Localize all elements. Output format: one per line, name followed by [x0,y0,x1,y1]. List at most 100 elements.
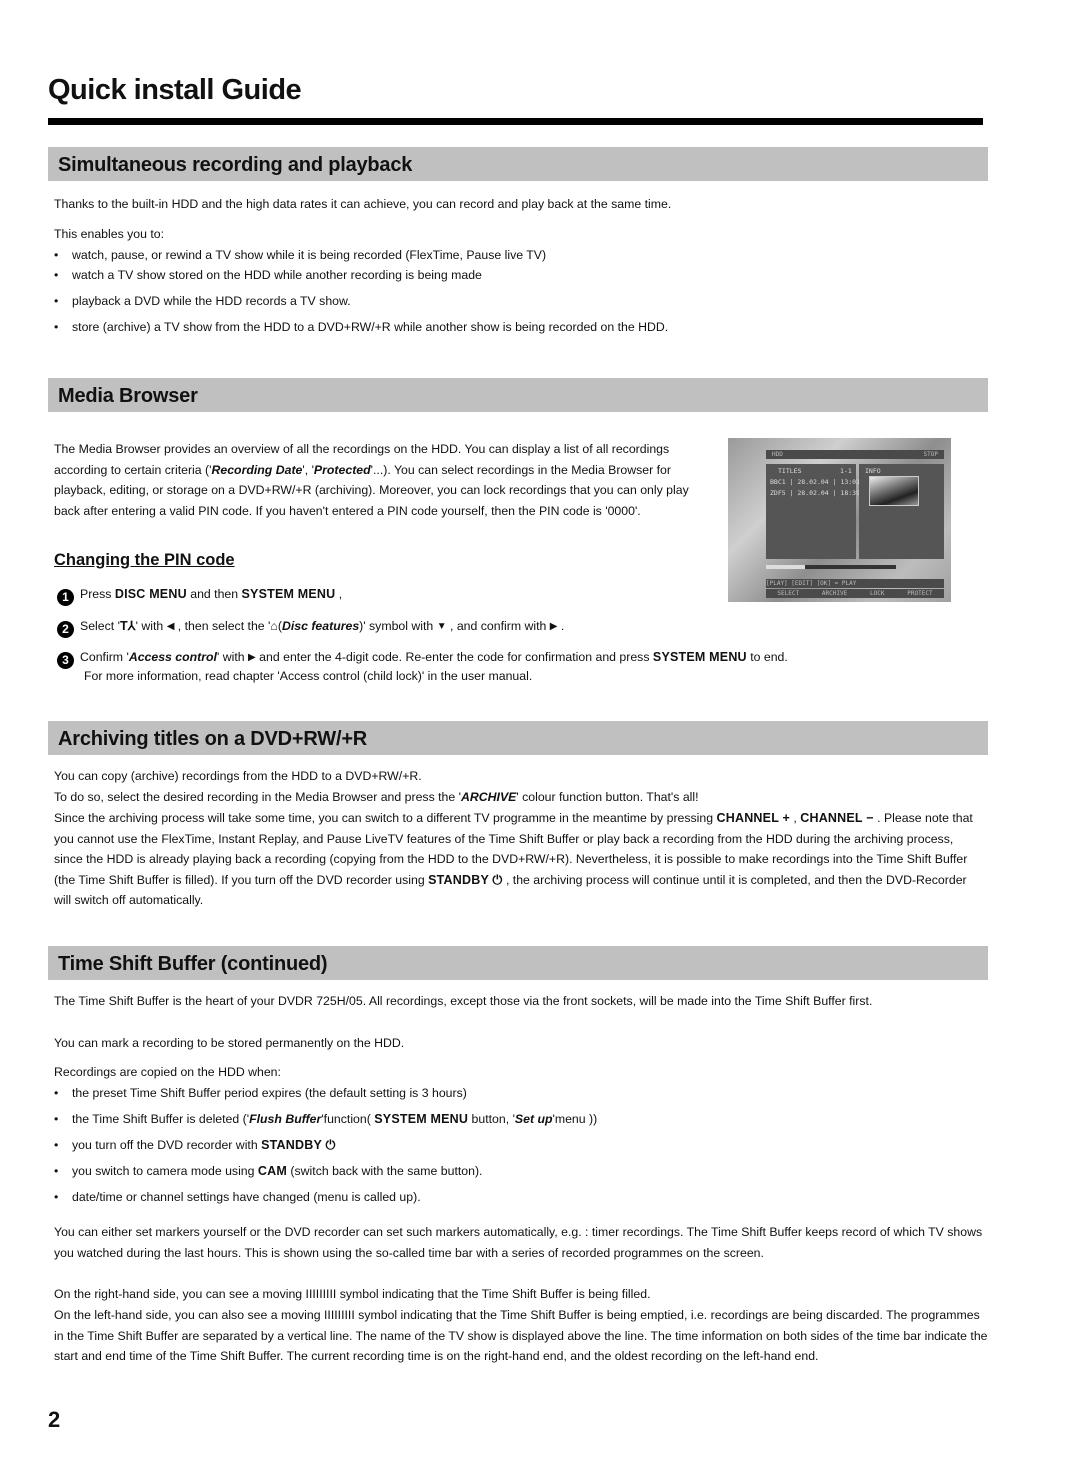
text: Confirm ' [80,650,129,664]
text: , and confirm with [446,619,550,633]
list-item: you turn off the DVD recorder with STAND… [54,1135,336,1155]
section-header-simultaneous: Simultaneous recording and playback [48,147,988,181]
list-item: date/time or channel settings have chang… [54,1187,421,1207]
text: you turn off the DVD recorder with [72,1138,262,1152]
screen-lock-button: LOCK [870,590,885,597]
section-header-media-browser: Media Browser [48,378,988,412]
screen-titles-count: 1-1 [840,467,852,475]
section-header-archiving: Archiving titles on a DVD+RW/+R [48,721,988,755]
right-arrow-icon: ▶ [549,621,558,632]
step-number: 1 [57,589,74,606]
list-item: watch, pause, or rewind a TV show while … [54,245,546,265]
text: , [789,811,797,825]
recording-date-term: Recording Date [211,462,303,477]
right-arrow-icon: ▶ [248,652,256,663]
page-title: Quick install Guide [48,74,302,106]
screen-hdd-label: HDD [772,451,783,458]
channel-minus-key: CHANNEL − [800,811,874,825]
screen-title-row: BBC1 | 28.02.04 | 13:01:03 [770,478,872,486]
text: 'menu )) [552,1112,598,1126]
text: . [557,619,565,633]
list-item: the Time Shift Buffer is deleted ('Flush… [54,1109,597,1129]
time-shift-p3: Recordings are copied on the HDD when: [54,1065,281,1079]
text: you switch to camera mode using [72,1164,258,1178]
text: Press [80,587,115,601]
screen-progress-bar [766,565,896,569]
archiving-paragraph: Since the archiving process will take so… [54,808,984,911]
section-heading: Media Browser [58,385,198,407]
archive-term: ARCHIVE [461,790,517,804]
archiving-line-1: You can copy (archive) recordings from t… [54,769,422,783]
title-rule [48,118,983,125]
screen-button-bar: SELECT ARCHIVE LOCK PROTECT [766,589,944,598]
text: and enter the 4-digit code. Re-enter the… [255,650,653,664]
text: Select ' [80,619,120,633]
standby-key: STANDBY ⏻ [261,1138,336,1152]
time-shift-p6: On the left-hand side, you can also see … [54,1308,988,1364]
screen-titles-label: TITLES [778,467,802,475]
screen-titles-panel: TITLES 1-1 BBC1 | 28.02.04 | 13:01:03 ZD… [766,464,872,559]
channel-plus-key: CHANNEL + [716,811,790,825]
step-number: 3 [57,652,74,669]
list-item: the preset Time Shift Buffer period expi… [54,1083,467,1103]
time-shift-p5: On the right-hand side, you can see a mo… [54,1287,651,1301]
simultaneous-enables: This enables you to: [54,227,165,241]
disc-features-term: Disc features [281,619,360,633]
screen-top-bar: HDD STOP [766,450,944,459]
flush-buffer-term: Flush Buffer [249,1112,322,1126]
section-header-time-shift: Time Shift Buffer (continued) [48,946,988,980]
disc-features-icon: ⌂ [270,619,278,633]
simultaneous-intro: Thanks to the built-in HDD and the high … [54,197,672,211]
protected-term: Protected [313,462,371,477]
media-browser-screenshot: HDD STOP TITLES 1-1 BBC1 | 28.02.04 | 13… [728,438,951,602]
text: button, ' [468,1112,515,1126]
time-shift-p2: You can mark a recording to be stored pe… [54,1036,405,1050]
section-heading: Archiving titles on a DVD+RW/+R [58,728,368,750]
screen-archive-button: ARCHIVE [821,590,848,597]
list-item: watch a TV show stored on the HDD while … [54,265,482,285]
down-arrow-icon: ▼ [436,621,447,632]
screen-info-label: INFO [865,467,881,475]
cam-key: CAM [257,1164,287,1178]
text: and then [186,587,242,601]
pin-subheading: Changing the PIN code [54,551,235,569]
screen-thumbnail [869,476,919,506]
text: , then select the ' [174,619,271,633]
pin-step-3-note: For more information, read chapter 'Acce… [84,669,533,683]
access-control-term: Access control [128,650,217,664]
text: ' colour function button. That's all! [516,790,699,804]
archiving-line-2: To do so, select the desired recording i… [54,787,699,808]
screen-hint-bar: [PLAY] [EDIT] [OK] = PLAY [766,579,944,588]
section-heading: Simultaneous recording and playback [58,154,413,176]
page-number: 2 [48,1407,61,1432]
text: the Time Shift Buffer is deleted (' [72,1112,250,1126]
list-item: store (archive) a TV show from the HDD t… [54,317,668,337]
set-up-term: Set up [514,1112,553,1126]
text: ' with [135,619,167,633]
pin-step-1: 1 Press DISC MENU and then SYSTEM MENU , [57,584,342,606]
time-shift-p1: The Time Shift Buffer is the heart of yo… [54,994,873,1008]
list-item: playback a DVD while the HDD records a T… [54,291,351,311]
pin-step-2: 2 Select 'T⅄' with ◀ , then select the '⌂… [57,616,564,638]
text: ' with [216,650,249,664]
text: Since the archiving process will take so… [54,811,717,825]
screen-info-panel: INFO [859,464,944,559]
list-item: you switch to camera mode using CAM (swi… [54,1161,482,1181]
system-menu-key: SYSTEM MENU [652,650,747,664]
screen-progress-fill [766,565,805,569]
system-menu-key: SYSTEM MENU [374,1112,469,1126]
step-number: 2 [57,621,74,638]
time-shift-p4: You can either set markers yourself or t… [54,1225,983,1260]
text: , [335,587,343,601]
text: (switch back with the same button). [287,1164,483,1178]
media-browser-description: The Media Browser provides an overview o… [54,439,709,521]
section-heading: Time Shift Buffer (continued) [58,953,328,975]
text: 'function( [321,1112,375,1126]
system-menu-key: SYSTEM MENU [241,587,336,601]
settings-symbol-icon: T⅄ [119,619,136,633]
text: to end. [746,650,788,664]
screen-title-row: ZDF5 | 28.02.04 | 18:39:15 [770,489,872,497]
screen-protect-button: PROTECT [907,590,933,597]
screen-stop-label: STOP [923,451,938,458]
text: To do so, select the desired recording i… [54,790,461,804]
